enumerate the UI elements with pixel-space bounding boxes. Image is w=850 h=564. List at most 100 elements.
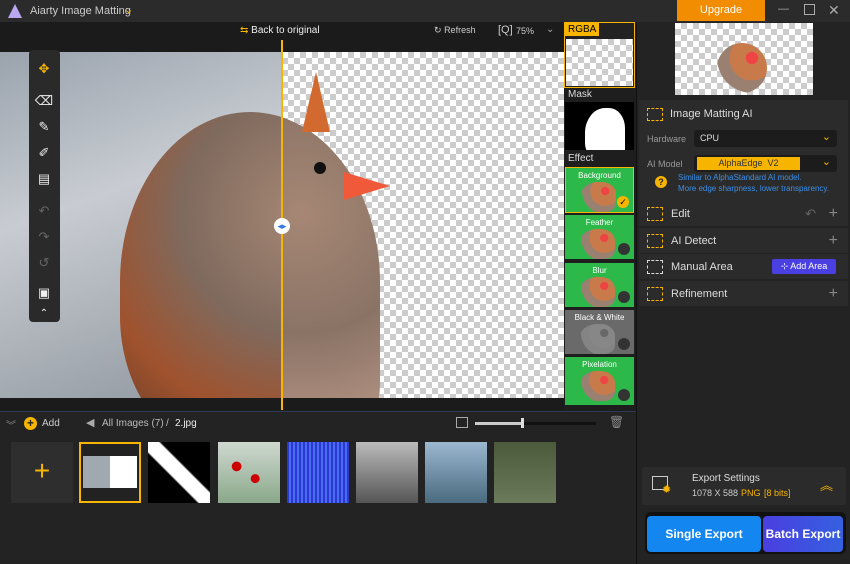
effect-label-text: Blur <box>592 266 607 275</box>
compare-handle[interactable]: ◂▸ <box>274 218 290 234</box>
thumbnail-size-slider[interactable] <box>475 418 596 428</box>
back-arrow-icon[interactable]: ◀ <box>86 416 94 429</box>
fit-screen-icon[interactable]: ▣ <box>33 282 55 304</box>
image-thumb-6[interactable] <box>425 442 487 503</box>
export-bits: [8 bits] <box>764 488 791 498</box>
rgba-label: RGBA <box>565 23 600 36</box>
image-thumb-3[interactable] <box>218 442 280 503</box>
effect-pixelation[interactable]: Pixelation <box>565 357 634 407</box>
mask-label: Mask <box>568 89 592 100</box>
add-image-tile[interactable]: + <box>11 442 73 503</box>
close-button[interactable]: ✕ <box>828 2 840 19</box>
chevron-down-icon: ⌄ <box>821 131 831 143</box>
single-export-button[interactable]: Single Export <box>647 516 761 552</box>
zoom-chevron-icon[interactable]: ⌄ <box>546 24 554 35</box>
model-description-2: More edge sharpness, lower transparency. <box>678 184 830 193</box>
hardware-value: CPU <box>700 133 720 143</box>
plus-icon[interactable]: + <box>829 285 838 303</box>
reset-icon[interactable]: ↺ <box>33 252 55 274</box>
thumbnail-size-icon <box>456 417 468 428</box>
manual-area-section[interactable]: Manual Area ⊹ Add Area <box>639 254 848 279</box>
image-thumb-5[interactable] <box>356 442 418 503</box>
manual-area-label: Manual Area <box>671 260 733 273</box>
result-preview <box>675 23 813 95</box>
edit-section[interactable]: Edit ↶ + <box>639 201 848 226</box>
image-matting-section: Image Matting AI Hardware CPU ⌄ AI Model… <box>639 100 848 202</box>
matted-image <box>282 52 564 398</box>
refinement-icon <box>647 286 663 301</box>
effect-label-text: Pixelation <box>582 360 617 369</box>
effect-label: Effect <box>568 153 594 164</box>
gear-icon: ✹ <box>662 484 672 496</box>
image-thumb-7[interactable] <box>494 442 556 503</box>
crop-edit-icon <box>647 206 663 221</box>
eraser-icon[interactable]: ⌫ <box>33 90 55 112</box>
ai-model-select[interactable]: AlphaEdge V2 ⌄ <box>694 155 837 172</box>
export-format: PNG <box>741 488 761 498</box>
check-icon: ✓ <box>617 196 629 208</box>
plus-icon[interactable]: + <box>829 232 838 250</box>
effect-label-text: Black & White <box>574 313 625 322</box>
image-matting-icon <box>647 108 663 121</box>
collapse-icon[interactable]: ⌃ <box>33 306 55 320</box>
effect-background[interactable]: Background ✓ <box>565 167 634 213</box>
refinement-label: Refinement <box>671 287 728 300</box>
minimize-button[interactable]: — <box>778 3 789 15</box>
image-thumb-2[interactable] <box>148 442 210 503</box>
refinement-section[interactable]: Refinement + <box>639 281 848 306</box>
hardware-label: Hardware <box>647 134 687 144</box>
rgba-thumb[interactable]: RGBA <box>564 22 635 88</box>
add-area-button[interactable]: ⊹ Add Area <box>772 259 836 274</box>
add-icon[interactable]: + <box>24 417 37 430</box>
all-images-link[interactable]: All Images (7) <box>102 418 164 429</box>
move-icon[interactable]: ✥ <box>33 58 55 80</box>
refresh-button[interactable]: ↻ Refresh <box>434 25 476 36</box>
maximize-button[interactable] <box>804 4 815 15</box>
back-to-original-button[interactable]: ⇆ Back to original <box>240 25 320 36</box>
ai-detect-icon <box>647 233 663 248</box>
chevron-down-icon: ⌄ <box>821 156 831 168</box>
tool-palette: ✥ ⌫ ✎ ✐ ▤ ↶ ↷ ↺ ▣ ⌃ <box>29 50 60 322</box>
ai-model-value: AlphaEdge V2 <box>697 157 800 170</box>
effect-blur[interactable]: Blur <box>565 263 634 309</box>
refresh-label: Refresh <box>444 25 476 35</box>
app-menu-chevron-icon[interactable]: ⌄ <box>124 3 133 16</box>
add-button[interactable]: Add <box>42 418 60 429</box>
ai-detect-section[interactable]: AI Detect + <box>639 228 848 253</box>
upgrade-button[interactable]: Upgrade available <box>677 0 765 37</box>
canvas[interactable]: ◂▸ ✥ ⌫ ✎ ✐ ▤ ↶ ↷ ↺ ▣ ⌃ <box>0 40 564 410</box>
image-thumb-4[interactable] <box>287 442 349 503</box>
export-settings[interactable]: ✹ Export Settings 1078 X 588 PNG [8 bits… <box>642 467 846 505</box>
mask-thumb[interactable] <box>565 102 634 150</box>
effect-feather[interactable]: Feather <box>565 215 634 261</box>
hardware-select[interactable]: CPU ⌄ <box>694 130 837 147</box>
image-thumb-1[interactable] <box>79 442 141 503</box>
undo-icon[interactable]: ↶ <box>805 206 816 222</box>
zoom-level[interactable]: 75% <box>516 26 534 36</box>
help-icon[interactable]: ? <box>655 176 667 188</box>
effect-label-text: Feather <box>585 218 614 227</box>
zoom-icon[interactable]: [Q] <box>498 24 513 36</box>
refresh-icon: ↻ <box>434 25 442 35</box>
manual-area-icon <box>647 259 663 274</box>
app-logo-icon <box>8 4 22 18</box>
export-title: Export Settings <box>692 473 760 484</box>
collapse-filmstrip-icon[interactable]: ︾ <box>6 417 16 432</box>
export-buttons: Single Export Batch Export <box>645 512 846 554</box>
redo-icon[interactable]: ↷ <box>33 226 55 248</box>
effect-black-white[interactable]: Black & White <box>565 310 634 356</box>
paint-roller-icon[interactable]: ▤ <box>33 168 55 190</box>
brush-icon[interactable]: ✎ <box>33 116 55 138</box>
undo-icon[interactable]: ↶ <box>33 200 55 222</box>
title-bar: Aiarty Image Matting ⌄ Upgrade available… <box>0 0 850 37</box>
add-area-label: Add Area <box>790 261 828 271</box>
trash-icon[interactable]: 🗑 <box>609 415 624 429</box>
expand-icon[interactable]: ︽ <box>820 475 833 494</box>
canvas-toolbar: ⇆ Back to original ↻ Refresh [Q] 75% ⌄ <box>0 22 564 40</box>
batch-export-button[interactable]: Batch Export <box>763 516 843 552</box>
matting-title: Image Matting AI <box>670 108 753 120</box>
export-size: 1078 X 588 <box>692 488 739 498</box>
slider-handle[interactable] <box>520 418 524 428</box>
restore-brush-icon[interactable]: ✐ <box>33 142 55 164</box>
plus-icon[interactable]: + <box>829 205 838 223</box>
